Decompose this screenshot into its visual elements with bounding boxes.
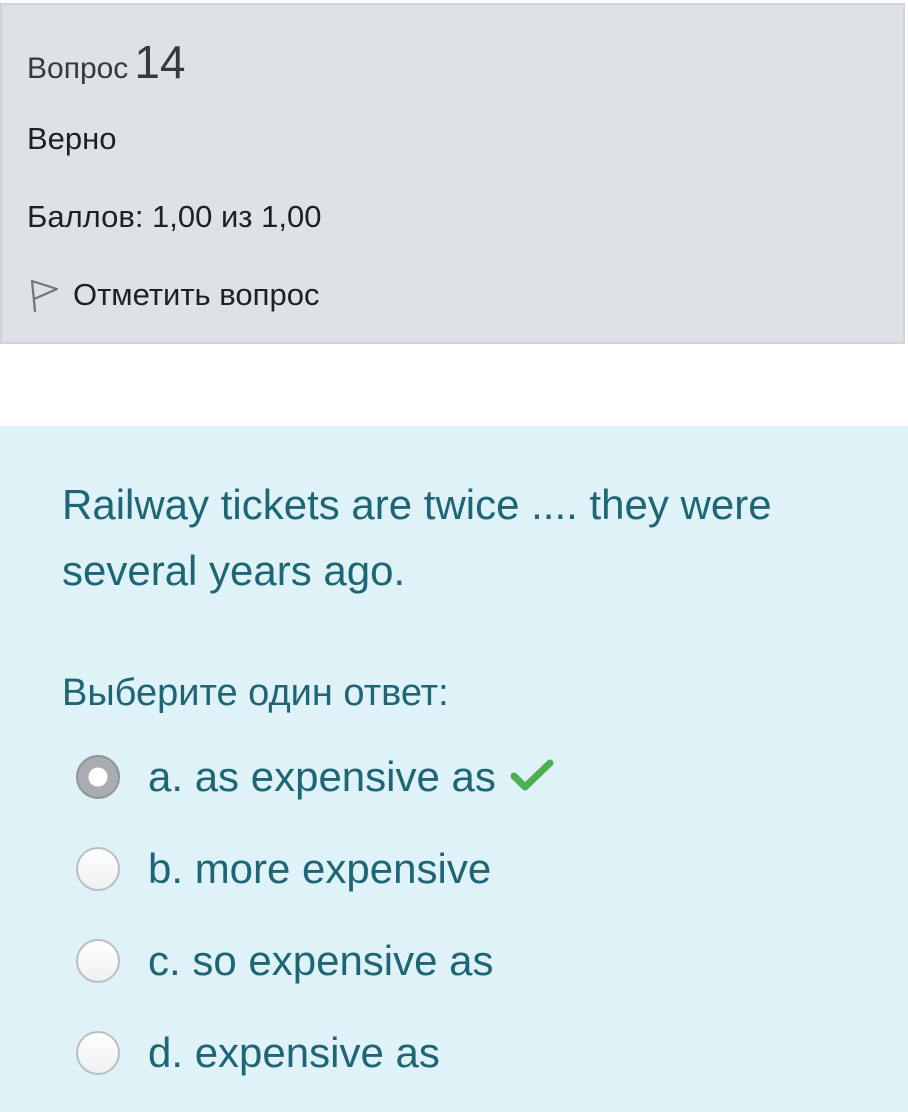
answer-option-d[interactable]: d. expensive as [76,1029,440,1077]
question-grade: Баллов: 1,00 из 1,00 [27,199,322,234]
answer-radio-b[interactable] [76,847,120,891]
flag-question-button[interactable]: Отметить вопрос [27,277,319,313]
question-word: Вопрос [27,52,129,85]
question-title: Вопрос 14 [27,35,185,89]
question-number: 14 [134,36,186,88]
question-info-panel: Вопрос 14 Верно Баллов: 1,00 из 1,00 Отме… [0,3,905,344]
answer-option-b[interactable]: b. more expensive [76,845,491,893]
answer-radio-c[interactable] [76,939,120,983]
answer-option-c[interactable]: c. so expensive as [76,937,494,985]
answer-prompt: Выберите один ответ: [62,672,449,714]
answer-label-b: b. more expensive [148,845,492,892]
answer-radio-d[interactable] [76,1031,120,1075]
question-content-panel: Railway tickets are twice .... they were… [0,426,908,1112]
answer-label-d: d. expensive as [148,1029,440,1076]
answer-option-a[interactable]: a. as expensive as [76,753,554,801]
flag-icon [27,277,61,313]
answer-radio-a[interactable] [76,755,120,799]
answer-label-c: c. so expensive as [148,937,494,984]
answer-label-a: a. as expensive as [148,753,496,800]
question-status: Верно [27,121,117,156]
flag-question-label: Отметить вопрос [73,277,320,312]
question-text: Railway tickets are twice .... they were… [62,481,772,594]
checkmark-icon [510,758,554,797]
